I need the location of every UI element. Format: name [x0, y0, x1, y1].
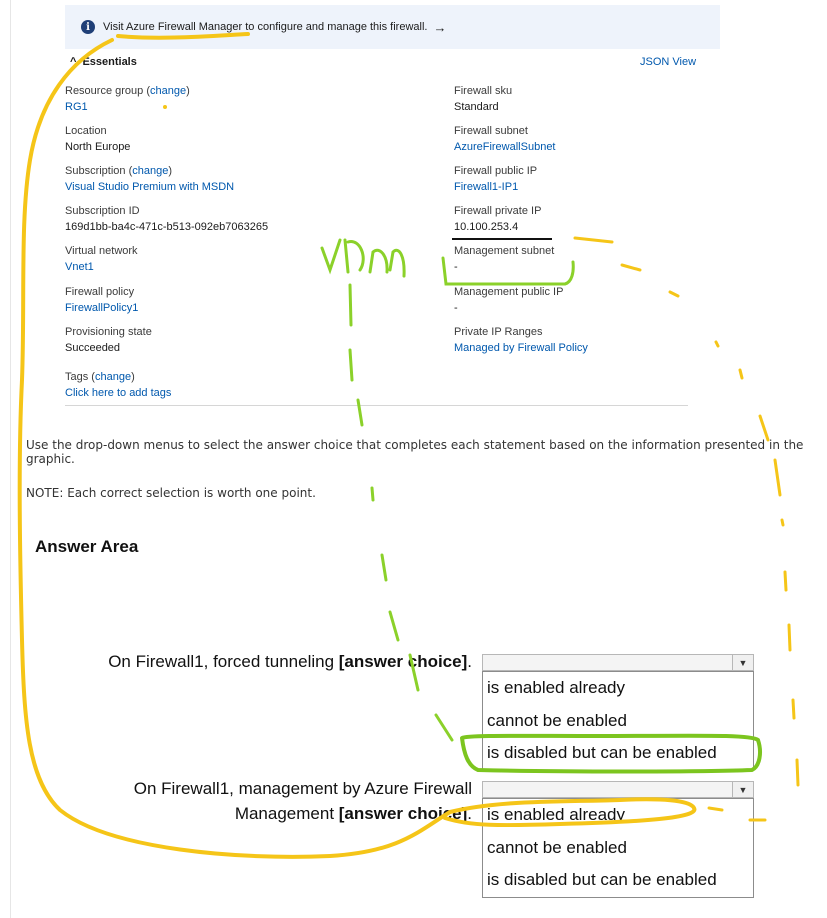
field-firewall-subnet: Firewall subnet AzureFirewallSubnet [454, 123, 794, 155]
provisioning-state-value: Succeeded [65, 342, 121, 354]
change-link[interactable]: change [95, 371, 131, 383]
field-virtual-network: Virtual network Vnet1 [65, 243, 405, 275]
field-label: Firewall public IP [454, 165, 538, 177]
field-label: Firewall subnet [454, 125, 528, 137]
field-firewall-private-ip: Firewall private IP 10.100.253.4 [454, 203, 794, 235]
option-item[interactable]: is disabled but can be enabled [483, 737, 753, 770]
banner-text: Visit Azure Firewall Manager to configur… [103, 21, 428, 33]
field-subscription-id: Subscription ID 169d1bb-ba4c-471c-b513-0… [65, 203, 405, 235]
field-label: Management subnet [454, 245, 555, 257]
field-management-subnet: Management subnet - [454, 243, 794, 275]
essentials-toggle[interactable]: ^ Essentials [70, 56, 137, 68]
firewall-manager-banner[interactable]: i Visit Azure Firewall Manager to config… [65, 5, 720, 49]
question-2-options: is enabled already cannot be enabled is … [482, 798, 754, 898]
field-resource-group: Resource group (change) RG1 [65, 83, 405, 115]
option-item[interactable]: cannot be enabled [483, 705, 753, 738]
field-label: Subscription ID [65, 205, 140, 217]
dropdown-arrow-icon[interactable]: ▼ [732, 782, 753, 797]
field-firewall-policy: Firewall policy FirewallPolicy1 [65, 284, 405, 316]
private-ip-ranges-value[interactable]: Managed by Firewall Policy [454, 340, 794, 356]
divider [65, 405, 688, 406]
question-1-options: is enabled already cannot be enabled is … [482, 671, 754, 771]
dropdown-arrow-icon[interactable]: ▼ [732, 655, 753, 670]
management-public-ip-value: - [454, 302, 458, 314]
option-item[interactable]: is enabled already [483, 799, 753, 832]
field-subscription: Subscription (change) Visual Studio Prem… [65, 163, 405, 195]
question-1-text: On Firewall1, forced tunneling [108, 652, 339, 671]
change-link[interactable]: change [150, 85, 186, 97]
field-provisioning-state: Provisioning state Succeeded [65, 324, 405, 356]
question-2-line2: Management [234, 804, 339, 823]
question-2-dropdown[interactable]: ▼ [482, 781, 754, 798]
resource-group-value[interactable]: RG1 [65, 99, 405, 115]
option-item[interactable]: is disabled but can be enabled [483, 864, 753, 897]
arrow-right-icon: → [433, 19, 447, 35]
question-1-statement: On Firewall1, forced tunneling [answer c… [20, 649, 472, 674]
answer-choice-placeholder: [answer choice] [338, 652, 468, 671]
field-label: Provisioning state [65, 326, 152, 338]
essentials-label: Essentials [82, 56, 137, 68]
field-label: Firewall policy [65, 286, 135, 298]
question-1-dropdown[interactable]: ▼ [482, 654, 754, 671]
firewall-public-ip-value[interactable]: Firewall1-IP1 [454, 179, 794, 195]
question-2-statement: On Firewall1, management by Azure Firewa… [20, 776, 472, 826]
field-label: Tags [65, 371, 89, 383]
field-label: Management public IP [454, 286, 564, 298]
management-subnet-value: - [454, 261, 458, 273]
answer-choice-placeholder: [answer choice] [338, 804, 468, 823]
firewall-private-ip-value: 10.100.253.4 [454, 221, 519, 233]
field-location: Location North Europe [65, 123, 405, 155]
field-firewall-public-ip: Firewall public IP Firewall1-IP1 [454, 163, 794, 195]
field-label: Firewall sku [454, 85, 513, 97]
field-label: Private IP Ranges [454, 326, 543, 338]
field-label: Location [65, 125, 107, 137]
note-text: NOTE: Each correct selection is worth on… [26, 486, 316, 500]
period: . [467, 804, 472, 823]
field-firewall-sku: Firewall sku Standard [454, 83, 794, 115]
subscription-id-value: 169d1bb-ba4c-471c-b513-092eb7063265 [65, 221, 269, 233]
field-private-ip-ranges: Private IP Ranges Managed by Firewall Po… [454, 324, 794, 356]
field-label: Resource group [65, 85, 144, 97]
option-item[interactable]: is enabled already [483, 672, 753, 705]
firewall-policy-value[interactable]: FirewallPolicy1 [65, 300, 405, 316]
option-item[interactable]: cannot be enabled [483, 832, 753, 865]
field-label: Virtual network [65, 245, 138, 257]
field-management-public-ip: Management public IP - [454, 284, 794, 316]
field-label: Subscription [65, 165, 126, 177]
info-icon: i [81, 20, 95, 34]
chevron-up-icon: ^ [70, 56, 77, 68]
location-value: North Europe [65, 141, 131, 153]
firewall-sku-value: Standard [454, 101, 499, 113]
field-tags: Tags (change) Click here to add tags [65, 369, 405, 401]
subscription-value[interactable]: Visual Studio Premium with MSDN [65, 179, 405, 195]
instructions-text: Use the drop-down menus to select the an… [26, 438, 804, 466]
hand-underline [452, 238, 552, 240]
add-tags-link[interactable]: Click here to add tags [65, 385, 405, 401]
period: . [467, 652, 472, 671]
question-2-line1: On Firewall1, management by Azure Firewa… [133, 779, 472, 798]
json-view-link[interactable]: JSON View [640, 56, 696, 68]
virtual-network-value[interactable]: Vnet1 [65, 259, 405, 275]
left-border [10, 0, 11, 918]
field-label: Firewall private IP [454, 205, 542, 217]
firewall-subnet-value[interactable]: AzureFirewallSubnet [454, 139, 794, 155]
answer-area-title: Answer Area [35, 537, 139, 556]
change-link[interactable]: change [132, 165, 168, 177]
